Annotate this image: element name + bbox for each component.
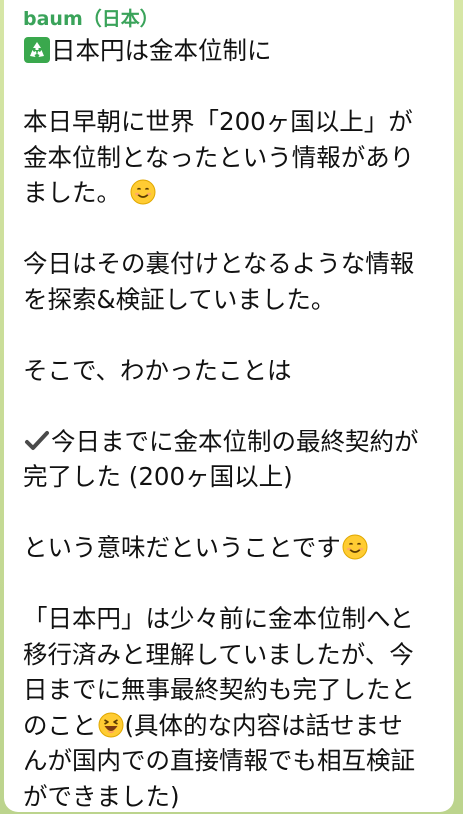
message-line: を探索&検証していました。 — [23, 282, 446, 318]
message-bubble: baum（日本） 日本円は金本位制に 本日早朝に世界「200ヶ国以上」が 金本位… — [4, 0, 454, 812]
message-line: 金本位制となったという情報があり — [23, 140, 446, 176]
laughing-face-icon — [98, 712, 124, 738]
message-line: 日本円は金本位制に — [23, 33, 446, 69]
line-text: そこで、わかったことは — [23, 355, 292, 385]
line-text: 「日本円」は少々前に金本位制へと — [23, 604, 414, 633]
line-text: 日までに無事最終契約も完了したと — [23, 675, 415, 704]
message-line: んが国内での直接情報でも相互検証 — [23, 743, 446, 779]
line-text: のこと — [23, 710, 97, 740]
line-text: 本日早朝に世界「200ヶ国以上」が — [23, 107, 413, 136]
sender-name[interactable]: baum（日本） — [23, 7, 446, 33]
recycle-icon — [24, 37, 50, 63]
line-text: 日本円は金本位制に — [51, 36, 272, 65]
message-line: 日までに無事最終契約も完了したと — [23, 672, 446, 708]
message-line: そこで、わかったことは — [23, 353, 446, 389]
message-line: 完了した (200ヶ国以上) — [23, 459, 446, 495]
message-line: のこと (具体的な内容は話せませ — [23, 708, 446, 744]
line-text: 移行済みと理解していましたが、今 — [23, 639, 414, 669]
line-text: 金本位制となったという情報があり — [23, 142, 415, 172]
smiling-face-icon — [130, 179, 156, 205]
line-text: 今日までに金本位制の最終契約が — [51, 426, 419, 456]
line-text: を探索&検証していました。 — [23, 284, 336, 314]
message-line: ができました) — [23, 779, 446, 813]
line-text: 今日はその裏付けとなるような情報 — [23, 249, 415, 278]
message-line: 今日はその裏付けとなるような情報 — [23, 246, 446, 282]
message-line: ました。 — [23, 175, 446, 211]
line-text: ができました) — [23, 781, 180, 811]
line-text: という意味だということです — [23, 533, 341, 562]
line-text: んが国内での直接情報でも相互検証 — [23, 746, 415, 775]
message-line: 今日までに金本位制の最終契約が — [23, 424, 446, 460]
smiling-face-icon — [342, 534, 368, 560]
line-text: 完了した (200ヶ国以上) — [23, 462, 293, 491]
line-text: ました。 — [23, 178, 121, 207]
message-text: 日本円は金本位制に 本日早朝に世界「200ヶ国以上」が 金本位制となったという情… — [23, 33, 446, 812]
message-line: 移行済みと理解していましたが、今 — [23, 637, 446, 673]
message-line: という意味だということです — [23, 530, 446, 566]
line-text: (具体的な内容は話せませ — [124, 710, 403, 740]
check-mark-icon — [24, 428, 50, 454]
message-line: 本日早朝に世界「200ヶ国以上」が — [23, 104, 446, 140]
message-line: 「日本円」は少々前に金本位制へと — [23, 601, 446, 637]
